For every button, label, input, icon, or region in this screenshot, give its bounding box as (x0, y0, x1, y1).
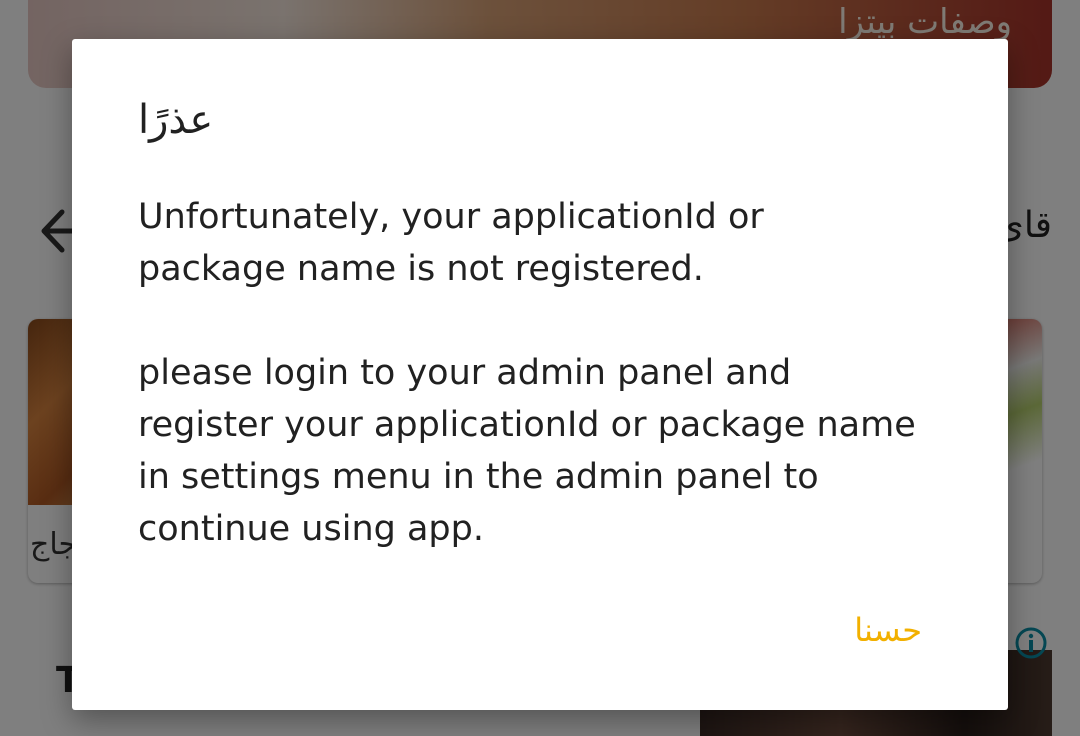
alert-dialog: عذرًا Unfortunately, your applicationId … (72, 39, 1008, 710)
dialog-message-paragraph: please login to your admin panel and reg… (138, 353, 916, 549)
dialog-message-paragraph: Unfortunately, your applicationId or pac… (138, 197, 764, 289)
dialog-title: عذرًا (138, 97, 214, 143)
dialog-message: Unfortunately, your applicationId or pac… (138, 191, 918, 555)
ok-button[interactable]: حسنا (854, 611, 922, 649)
